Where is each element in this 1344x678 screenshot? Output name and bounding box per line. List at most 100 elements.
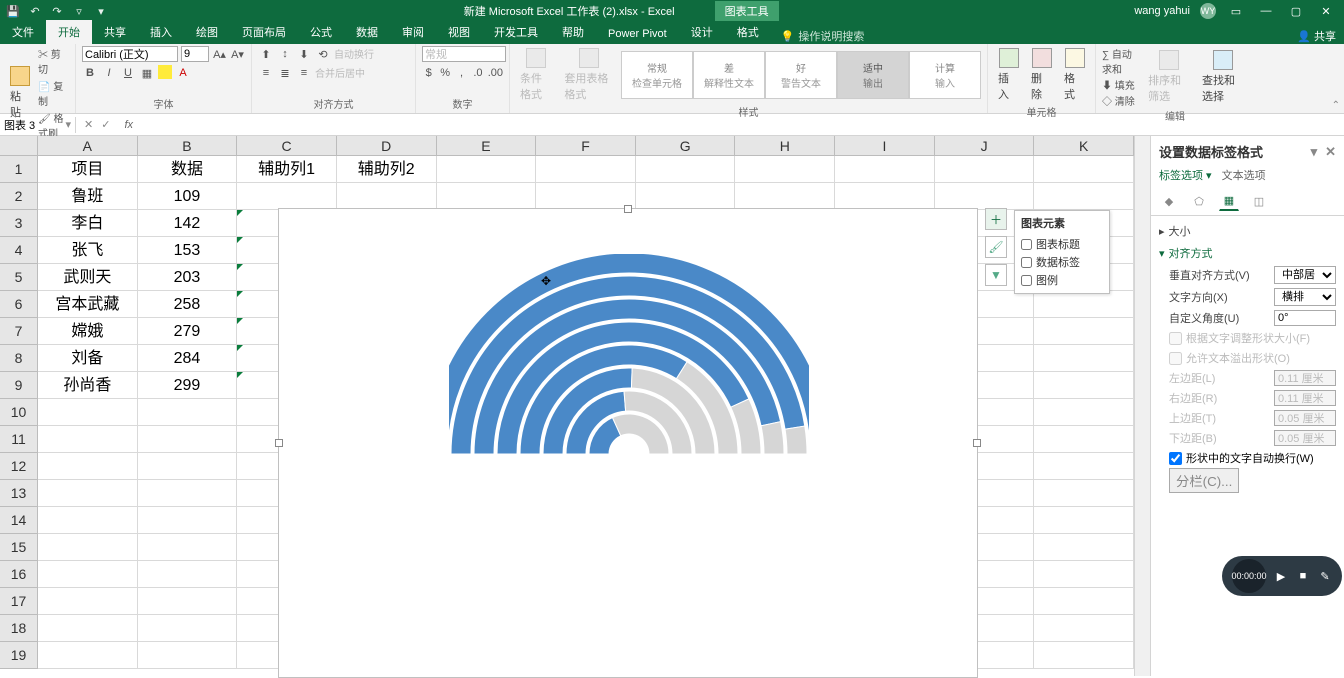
font-size-select[interactable] xyxy=(181,46,209,62)
increase-font-icon[interactable]: A▴ xyxy=(212,46,227,62)
tab-design[interactable]: 设计 xyxy=(679,20,725,44)
find-select-button[interactable]: 查找和选择 xyxy=(1198,48,1248,106)
vertical-scrollbar[interactable] xyxy=(1134,136,1150,676)
column-header-H[interactable]: H xyxy=(735,136,835,155)
cell-K18[interactable] xyxy=(1034,615,1134,642)
cell-B10[interactable] xyxy=(138,399,238,426)
undo-icon[interactable]: ↶ xyxy=(28,4,42,18)
cell-K13[interactable] xyxy=(1034,480,1134,507)
share-button[interactable]: 👤 共享 xyxy=(1297,28,1336,44)
row-header-7[interactable]: 7 xyxy=(0,318,37,345)
save-icon[interactable]: 💾 xyxy=(6,4,20,18)
cell-B13[interactable] xyxy=(138,480,238,507)
select-all-button[interactable] xyxy=(0,136,38,156)
cell-H2[interactable] xyxy=(735,183,835,210)
row-header-2[interactable]: 2 xyxy=(0,183,37,210)
cell-B7[interactable]: 279 xyxy=(138,318,238,345)
recorder-stop-icon[interactable]: ■ xyxy=(1296,570,1310,582)
user-avatar[interactable]: WY xyxy=(1200,3,1216,19)
tab-review[interactable]: 审阅 xyxy=(390,20,436,44)
fill-line-icon[interactable]: ◆ xyxy=(1159,191,1179,211)
column-header-I[interactable]: I xyxy=(835,136,935,155)
row-header-11[interactable]: 11 xyxy=(0,426,37,453)
cell-A10[interactable] xyxy=(38,399,138,426)
cell-A17[interactable] xyxy=(38,588,138,615)
cell-I1[interactable] xyxy=(835,156,935,183)
column-header-G[interactable]: G xyxy=(636,136,736,155)
cell-B11[interactable] xyxy=(138,426,238,453)
cell-A4[interactable]: 张飞 xyxy=(38,237,138,264)
cell-B4[interactable]: 153 xyxy=(138,237,238,264)
column-header-B[interactable]: B xyxy=(138,136,238,155)
tab-draw[interactable]: 绘图 xyxy=(184,20,230,44)
row-header-14[interactable]: 14 xyxy=(0,507,37,534)
label-options-tab[interactable]: 标签选项 ▾ xyxy=(1159,167,1212,183)
redo-icon[interactable]: ↷ xyxy=(50,4,64,18)
cell-K8[interactable] xyxy=(1034,345,1134,372)
wrap-text-checkbox[interactable] xyxy=(1169,452,1182,465)
cell-K9[interactable] xyxy=(1034,372,1134,399)
column-header-E[interactable]: E xyxy=(437,136,537,155)
fill-color-icon[interactable] xyxy=(158,65,172,79)
cell-B9[interactable]: 299 xyxy=(138,372,238,399)
cell-A13[interactable] xyxy=(38,480,138,507)
cell-K7[interactable] xyxy=(1034,318,1134,345)
qat-customize-icon[interactable]: ▾ xyxy=(94,4,108,18)
columns-button[interactable]: 分栏(C)... xyxy=(1169,468,1239,493)
tab-data[interactable]: 数据 xyxy=(344,20,390,44)
enter-formula-icon[interactable]: ✓ xyxy=(101,118,110,131)
cell-G1[interactable] xyxy=(636,156,736,183)
cell-B3[interactable]: 142 xyxy=(138,210,238,237)
cell-B5[interactable]: 203 xyxy=(138,264,238,291)
cell-A8[interactable]: 刘备 xyxy=(38,345,138,372)
chart-styles-button[interactable]: 🖌 xyxy=(985,236,1007,258)
row-header-16[interactable]: 16 xyxy=(0,561,37,588)
chart-object[interactable]: ✥ xyxy=(278,208,978,678)
copy-button[interactable]: 📄 复制 xyxy=(38,78,69,108)
cell-D1[interactable]: 辅助列2 xyxy=(337,156,437,183)
column-header-A[interactable]: A xyxy=(38,136,138,155)
column-header-D[interactable]: D xyxy=(337,136,437,155)
cell-A19[interactable] xyxy=(38,642,138,669)
tab-file[interactable]: 文件 xyxy=(0,20,46,44)
column-header-F[interactable]: F xyxy=(536,136,636,155)
resize-handle-n[interactable] xyxy=(624,205,632,213)
tab-page-layout[interactable]: 页面布局 xyxy=(230,20,298,44)
font-name-select[interactable] xyxy=(82,46,178,62)
cell-H1[interactable] xyxy=(735,156,835,183)
cell-A3[interactable]: 李白 xyxy=(38,210,138,237)
tab-help[interactable]: 帮助 xyxy=(550,20,596,44)
underline-button[interactable]: U xyxy=(120,65,136,81)
tab-developer[interactable]: 开发工具 xyxy=(482,20,550,44)
italic-button[interactable]: I xyxy=(101,65,117,81)
format-pane-close-icon[interactable]: ✕ xyxy=(1325,144,1336,159)
cell-B15[interactable] xyxy=(138,534,238,561)
legend-toggle[interactable]: 图例 xyxy=(1021,271,1103,289)
cell-A14[interactable] xyxy=(38,507,138,534)
recorder-play-icon[interactable]: ▶ xyxy=(1274,570,1288,583)
minimize-icon[interactable]: — xyxy=(1256,5,1276,17)
resize-handle-e[interactable] xyxy=(973,439,981,447)
row-header-17[interactable]: 17 xyxy=(0,588,37,615)
resize-handle-w[interactable] xyxy=(275,439,283,447)
cell-B19[interactable] xyxy=(138,642,238,669)
border-icon[interactable]: ▦ xyxy=(139,65,155,81)
size-section-header[interactable]: ▸ 大小 xyxy=(1159,220,1336,242)
cell-A7[interactable]: 嫦娥 xyxy=(38,318,138,345)
row-header-19[interactable]: 19 xyxy=(0,642,37,669)
cell-A11[interactable] xyxy=(38,426,138,453)
bold-button[interactable]: B xyxy=(82,65,98,81)
cell-B14[interactable] xyxy=(138,507,238,534)
vertical-align-select[interactable]: 中部居中 xyxy=(1274,266,1336,284)
alignment-section-header[interactable]: ▾ 对齐方式 xyxy=(1159,242,1336,264)
paste-button[interactable]: 粘贴 xyxy=(6,64,34,122)
column-header-K[interactable]: K xyxy=(1034,136,1134,155)
recorder-marker-icon[interactable]: ✎ xyxy=(1318,570,1332,583)
cell-K10[interactable] xyxy=(1034,399,1134,426)
cell-B8[interactable]: 284 xyxy=(138,345,238,372)
cell-A12[interactable] xyxy=(38,453,138,480)
cell-B18[interactable] xyxy=(138,615,238,642)
tell-me-search[interactable]: 💡操作说明搜索 xyxy=(781,28,865,44)
ribbon-display-icon[interactable]: ▭ xyxy=(1226,5,1246,18)
tab-insert[interactable]: 插入 xyxy=(138,20,184,44)
